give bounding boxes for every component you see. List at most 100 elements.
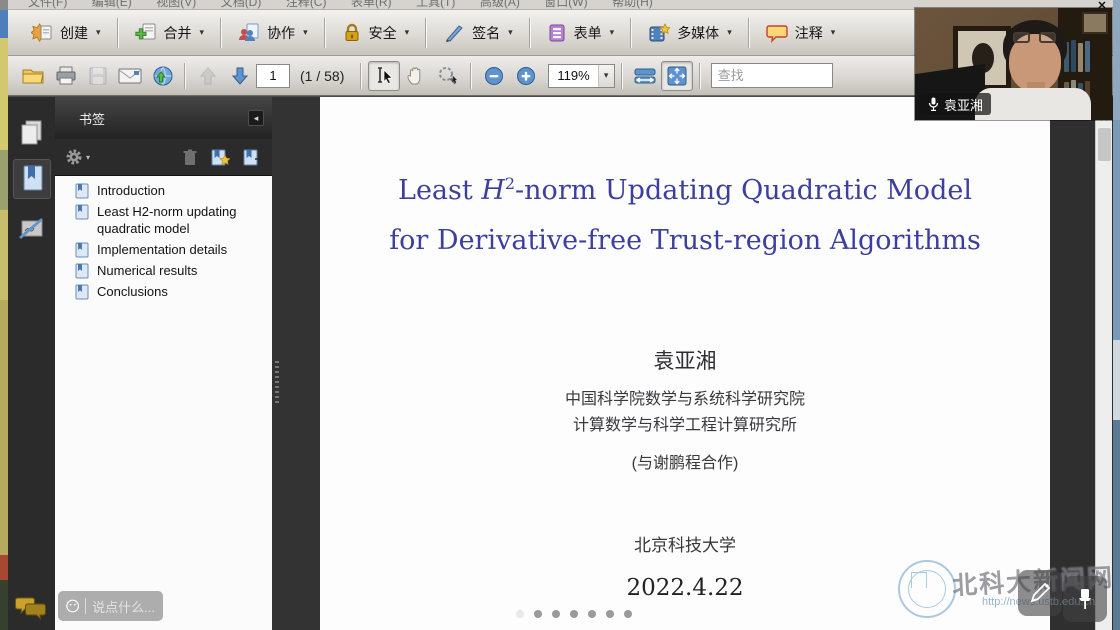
zoom-out-button[interactable]	[478, 61, 510, 91]
security-label: 安全	[369, 23, 397, 43]
menu-file[interactable]: 文件(F)	[18, 0, 77, 10]
pen-tool-icon	[1028, 581, 1052, 605]
menu-forms[interactable]: 表单(R)	[341, 0, 402, 10]
bookmark-item-implementation[interactable]: Implementation details	[75, 241, 268, 258]
merge-button[interactable]: 合并 ▾	[126, 19, 214, 47]
bookmarks-icon	[19, 164, 45, 194]
slide-affiliation-2: 计算数学与科学工程计算研究所	[320, 411, 1050, 435]
merge-caret-icon: ▾	[200, 27, 205, 38]
annotate-pen-button[interactable]	[1018, 570, 1062, 616]
multimedia-button[interactable]: 多媒体 ▾	[639, 19, 741, 47]
bookmarks-panel: 书签 ◂ ▾ Introduction	[55, 97, 272, 630]
pages-panel-tab[interactable]	[13, 113, 51, 153]
menu-window[interactable]: 窗口(W)	[534, 0, 597, 10]
bookmark-page-icon	[75, 262, 89, 279]
pin-button[interactable]	[1063, 576, 1107, 622]
pin-icon	[1074, 587, 1096, 611]
scrollbar-thumb[interactable]	[1098, 128, 1111, 161]
create-pdf-button[interactable]: 创建 ▾	[22, 19, 110, 47]
open-file-button[interactable]	[18, 61, 50, 91]
chat-input[interactable]: 说点什么...	[58, 591, 163, 621]
fit-page-button[interactable]	[661, 61, 693, 91]
bookmark-item-numerical[interactable]: Numerical results	[75, 262, 268, 279]
fit-width-button[interactable]	[629, 61, 661, 91]
menu-comments[interactable]: 注释(C)	[276, 0, 337, 10]
bookmark-item-introduction[interactable]: Introduction	[75, 182, 268, 199]
forms-button[interactable]: 表单 ▾	[538, 19, 624, 47]
new-bookmark-button[interactable]	[242, 147, 262, 167]
menu-tools[interactable]: 工具(T)	[406, 0, 465, 10]
collaborate-icon	[238, 23, 260, 43]
gear-caret-icon: ▾	[86, 153, 90, 162]
marquee-zoom-button[interactable]	[432, 61, 464, 91]
slide-pager-dots	[516, 610, 632, 618]
page-number-input[interactable]	[256, 64, 290, 88]
menu-document[interactable]: 文档(D)	[211, 0, 272, 10]
bookmark-item-conclusions[interactable]: Conclusions	[75, 283, 268, 300]
page-count-label: (1 / 58)	[300, 68, 344, 84]
lock-icon	[342, 23, 362, 43]
collaborate-button[interactable]: 协作 ▾	[229, 19, 317, 47]
bookmarks-panel-header: 书签 ◂	[55, 97, 272, 139]
comment-button[interactable]: 注释 ▾	[757, 19, 845, 47]
expand-bookmark-button[interactable]	[210, 147, 230, 167]
delete-bookmark-button[interactable]	[182, 148, 198, 166]
toolbar-separator	[184, 63, 186, 89]
desktop-edge-right	[1113, 0, 1120, 630]
next-page-button[interactable]	[224, 61, 256, 91]
forms-caret-icon: ▾	[610, 27, 615, 38]
sign-button[interactable]: 签名 ▾	[434, 19, 522, 47]
toolbar-separator	[425, 18, 427, 48]
bookmark-options-button[interactable]: ▾	[65, 148, 90, 166]
menu-view[interactable]: 视图(V)	[146, 0, 206, 10]
bookmark-item-label: Numerical results	[97, 262, 197, 279]
previous-page-button[interactable]	[192, 61, 224, 91]
save-button[interactable]	[82, 61, 114, 91]
desktop-edge-left	[0, 0, 8, 630]
email-button[interactable]	[114, 61, 146, 91]
signature-icon	[18, 216, 46, 242]
math-h: H	[481, 175, 505, 206]
vertical-scrollbar[interactable]: ✕	[1095, 97, 1112, 630]
multimedia-label: 多媒体	[677, 23, 719, 43]
webcam-close-icon[interactable]: ✕	[1094, 0, 1110, 13]
select-tool-button[interactable]	[368, 61, 400, 91]
emoji-icon[interactable]	[66, 598, 79, 614]
bookmarks-panel-title: 书签	[79, 109, 248, 128]
zoom-level-dropdown[interactable]: 119% ▾	[548, 64, 614, 88]
chat-panel-icon[interactable]	[15, 594, 47, 622]
panel-collapse-button[interactable]: ◂	[248, 110, 264, 126]
bookmarks-toolbar: ▾	[55, 139, 272, 175]
pdf-page[interactable]: Least H2-norm Updating Quadratic Model f…	[320, 97, 1050, 630]
main-area: 书签 ◂ ▾ Introduction	[8, 96, 1113, 630]
bookmark-item-label: Introduction	[97, 182, 165, 199]
zoom-caret-icon[interactable]: ▾	[598, 65, 614, 87]
collaborate-label: 协作	[267, 23, 295, 43]
upload-web-button[interactable]	[146, 61, 178, 91]
toolbar-separator	[621, 63, 623, 89]
panel-splitter-gutter	[272, 97, 320, 630]
chat-placeholder: 说点什么...	[92, 597, 155, 616]
hand-tool-button[interactable]	[400, 61, 432, 91]
menu-edit[interactable]: 编辑(E)	[82, 0, 142, 10]
menu-help[interactable]: 帮助(H)	[602, 0, 663, 10]
splitter-handle[interactable]	[275, 361, 279, 405]
bookmarks-panel-tab[interactable]	[13, 159, 51, 199]
create-label: 创建	[60, 23, 88, 43]
find-input[interactable]	[711, 63, 833, 88]
collaborate-caret-icon: ▾	[303, 27, 308, 38]
sign-label: 签名	[472, 23, 500, 43]
toolbar-separator	[529, 18, 531, 48]
print-button[interactable]	[50, 61, 82, 91]
bookmark-item-least-h2-norm[interactable]: Least H2-norm updating quadratic model	[75, 203, 268, 237]
zoom-in-button[interactable]	[510, 61, 542, 91]
sign-caret-icon: ▾	[508, 27, 513, 38]
toolbar-separator	[220, 18, 222, 48]
pages-icon	[19, 119, 45, 147]
menu-advanced[interactable]: 高级(A)	[470, 0, 530, 10]
webcam-overlay[interactable]: 袁亚湘	[915, 8, 1112, 120]
signatures-panel-tab[interactable]	[13, 209, 51, 249]
comment-caret-icon: ▾	[831, 27, 836, 38]
security-button[interactable]: 安全 ▾	[333, 19, 419, 47]
participant-name: 袁亚湘	[944, 95, 983, 114]
